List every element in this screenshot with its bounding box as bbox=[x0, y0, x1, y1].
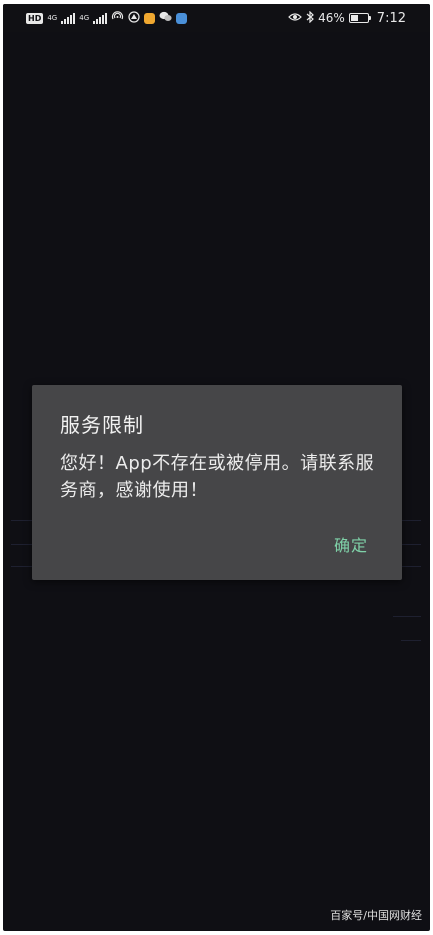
status-bar-left: HD 4G 4G bbox=[26, 10, 188, 26]
dialog-title: 服务限制 bbox=[60, 413, 144, 437]
hotspot-icon bbox=[111, 10, 124, 26]
browser-icon bbox=[176, 12, 188, 24]
eye-comfort-icon bbox=[288, 11, 302, 25]
background-divider bbox=[393, 616, 421, 617]
clock: 7:12 bbox=[376, 10, 406, 26]
service-restriction-dialog: 服务限制 您好！App不存在或被停用。请联系服务商，感谢使用！ 确定 bbox=[32, 385, 402, 580]
status-bar: HD 4G 4G 46% 7:12 bbox=[3, 4, 430, 32]
wechat-icon bbox=[159, 11, 172, 25]
app-notification-icon bbox=[144, 12, 156, 24]
network-type-label-1: 4G bbox=[47, 13, 58, 22]
background-divider bbox=[401, 640, 421, 641]
dialog-message: 您好！App不存在或被停用。请联系服务商，感谢使用！ bbox=[60, 453, 375, 501]
network-type-label-2: 4G bbox=[79, 13, 90, 22]
signal-icon bbox=[61, 12, 76, 24]
battery-percent: 46% bbox=[318, 11, 345, 25]
signal-icon bbox=[93, 12, 108, 24]
location-icon bbox=[128, 10, 140, 26]
battery-level-fill bbox=[350, 15, 359, 21]
hd-icon: HD bbox=[26, 12, 44, 24]
battery-icon bbox=[348, 13, 371, 23]
confirm-button[interactable]: 确定 bbox=[334, 532, 368, 556]
phone-screen: HD 4G 4G 46% 7:12 服务限制 您好！App不存在或被停用。请联系… bbox=[3, 4, 430, 931]
watermark: 百家号/中国网财经 bbox=[330, 909, 422, 922]
status-bar-right: 46% 7:12 bbox=[288, 10, 406, 26]
bluetooth-icon bbox=[306, 10, 315, 26]
